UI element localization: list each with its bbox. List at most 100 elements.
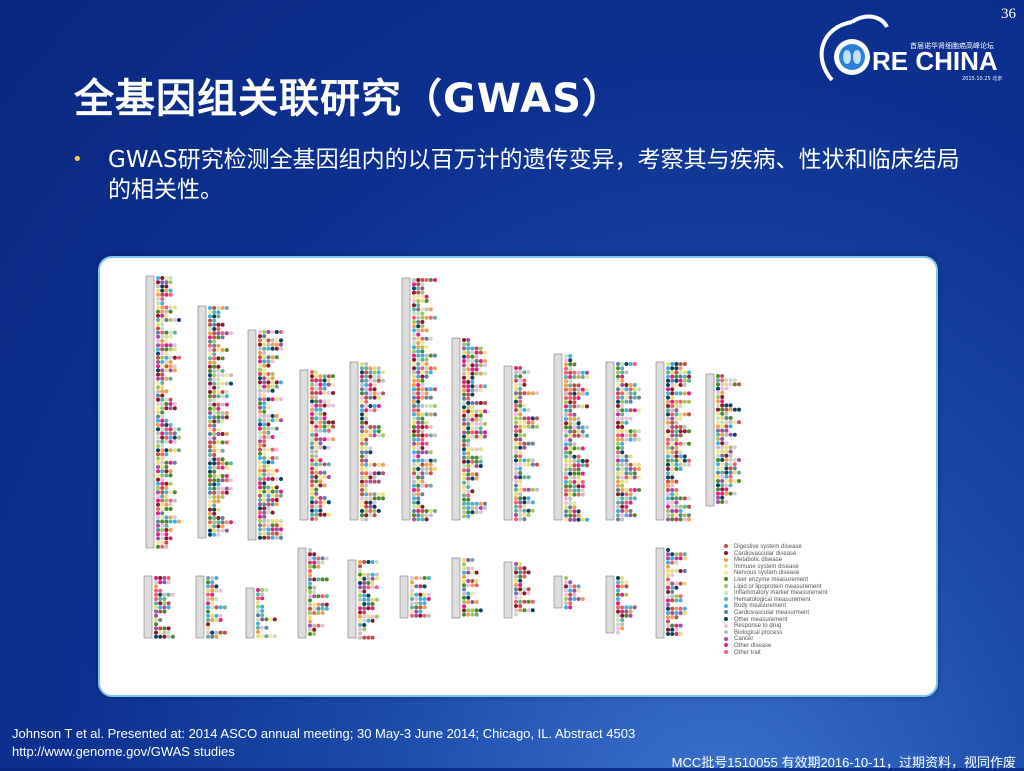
association-dot [412, 303, 416, 308]
association-dot [687, 513, 691, 518]
association-dot [424, 362, 429, 366]
association-dot [728, 474, 733, 479]
association-dot [412, 357, 416, 362]
association-dot [720, 449, 725, 454]
legend-label: Cancer [734, 636, 754, 643]
association-dot [156, 498, 160, 503]
association-dot [170, 592, 175, 597]
association-dot [624, 605, 629, 610]
association-dot [674, 513, 679, 518]
association-dot [632, 471, 637, 476]
association-dot [716, 437, 720, 441]
association-dot [412, 311, 416, 316]
association-dot [206, 597, 210, 601]
association-dot [160, 498, 165, 503]
association-dot [326, 512, 331, 517]
association-dot [564, 442, 568, 447]
association-dot [270, 468, 275, 473]
association-dot [670, 370, 675, 375]
association-dot [412, 471, 416, 476]
association-dot [674, 416, 679, 421]
association-dot [212, 322, 217, 327]
association-dot [576, 471, 581, 476]
association-dot [666, 573, 670, 578]
reference-url[interactable]: http://www.genome.gov/GWAS studies [12, 744, 235, 759]
association-dot [568, 467, 573, 472]
association-dot [416, 366, 421, 371]
association-dot [220, 465, 225, 470]
association-dot [462, 350, 466, 355]
association-dot [670, 467, 675, 471]
association-dot [314, 399, 319, 404]
association-dot [256, 588, 260, 592]
association-dot [214, 634, 219, 639]
association-dot [466, 338, 471, 342]
association-dot [270, 485, 275, 490]
association-dot [420, 294, 425, 299]
association-dot [412, 454, 416, 459]
association-dot [208, 482, 212, 487]
association-dot [364, 492, 369, 497]
association-dot [518, 399, 523, 404]
association-dot [416, 387, 421, 392]
association-dot [526, 508, 531, 513]
association-dot [270, 456, 275, 460]
association-dot [466, 359, 471, 363]
legend-label: Nervous system disease [734, 570, 800, 577]
chromosome-bar [347, 559, 357, 639]
association-dot [474, 472, 479, 477]
association-dot [258, 367, 262, 372]
association-dot [362, 618, 367, 623]
association-dot [470, 447, 475, 452]
association-dot [682, 513, 687, 518]
association-dot [258, 342, 262, 347]
legend-swatch [724, 616, 728, 621]
association-dot [724, 453, 729, 458]
association-dot [564, 492, 568, 497]
association-dot [728, 382, 733, 387]
association-dot [376, 395, 381, 400]
association-dot [526, 408, 531, 412]
association-dot [576, 467, 581, 472]
association-dot [156, 460, 160, 465]
association-dot [576, 597, 581, 601]
legend-swatch [724, 603, 728, 608]
association-dot [310, 496, 314, 500]
association-dot [208, 343, 212, 348]
association-dot [370, 581, 375, 585]
association-dot [316, 560, 321, 565]
association-dot [628, 605, 633, 610]
association-dot [210, 588, 215, 593]
association-dot [206, 630, 210, 635]
association-dot [478, 434, 483, 439]
association-dot [212, 503, 217, 508]
association-dot [522, 433, 527, 438]
association-dot [368, 513, 373, 518]
legend-item: Immune system disease [724, 564, 827, 571]
association-dot [314, 487, 319, 492]
association-dot [314, 445, 319, 450]
association-dot [258, 426, 262, 431]
association-dot [168, 406, 173, 411]
association-dot [568, 412, 573, 417]
legend-swatch [724, 630, 728, 635]
association-dot [156, 406, 160, 411]
association-dot [666, 471, 670, 476]
association-dot [156, 376, 160, 381]
association-dot [632, 475, 637, 480]
association-dot [620, 387, 625, 392]
association-dot [514, 416, 518, 421]
association-dot [424, 294, 429, 299]
association-dot [208, 360, 212, 365]
association-dot [416, 454, 421, 459]
association-dot [156, 397, 160, 402]
association-dot [320, 560, 325, 565]
chromosome-column [299, 369, 335, 521]
association-dot [160, 427, 165, 432]
association-dot [616, 458, 620, 463]
association-dot [310, 416, 314, 421]
association-dot [164, 431, 169, 436]
association-dot [670, 362, 675, 366]
association-dot [666, 577, 670, 582]
association-dot [308, 585, 312, 590]
